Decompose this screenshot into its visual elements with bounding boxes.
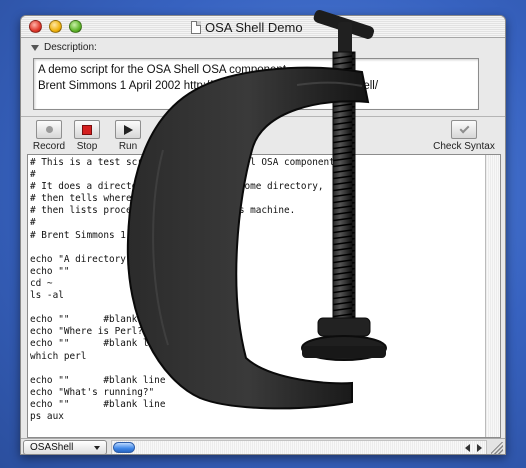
- script-line: echo "" #blank line: [30, 398, 166, 410]
- language-popup-value: OSAShell: [30, 442, 74, 453]
- language-popup[interactable]: OSAShell: [23, 440, 107, 454]
- script-line: ls -al: [30, 290, 64, 302]
- bottom-bar: OSAShell: [21, 438, 505, 454]
- run-icon: [123, 124, 133, 135]
- script-line: echo "Where is Perl?": [30, 326, 149, 338]
- script-editor-window: OSA Shell Demo Description: A demo scrip…: [20, 15, 506, 455]
- close-window-button[interactable]: [29, 20, 42, 33]
- resize-grip-icon[interactable]: [491, 442, 503, 454]
- title-bar[interactable]: OSA Shell Demo: [21, 16, 505, 38]
- script-line: [30, 302, 485, 314]
- scroll-left-arrow-icon[interactable]: [465, 444, 470, 452]
- script-line: echo "" #blank line: [30, 314, 166, 326]
- script-line: #: [30, 169, 36, 181]
- script-line: ps aux: [30, 410, 64, 422]
- script-line: # then tells where Perl is installed,: [30, 193, 239, 205]
- stop-button[interactable]: Stop: [68, 120, 106, 152]
- script-line: echo "" #blank line: [30, 374, 166, 386]
- toolbar: Record Stop Run Check Syntax: [21, 118, 505, 154]
- run-button[interactable]: Run: [109, 120, 147, 152]
- scroll-thumb[interactable]: [113, 442, 135, 453]
- description-label: Description:: [44, 42, 97, 53]
- divider: [21, 116, 505, 117]
- document-icon: [191, 20, 201, 34]
- stop-icon: [82, 124, 92, 135]
- scroll-right-arrow-icon[interactable]: [477, 444, 482, 452]
- check-syntax-icon: [459, 123, 469, 133]
- minimize-window-button[interactable]: [49, 20, 62, 33]
- script-line: # This is a test script for the OSAShell…: [30, 157, 341, 168]
- record-label: Record: [32, 141, 66, 152]
- script-line: # then lists processes running on this m…: [30, 205, 296, 217]
- script-line: [30, 242, 485, 254]
- script-text[interactable]: # This is a test script for the OSAShell…: [30, 157, 485, 435]
- script-line: echo "": [30, 265, 70, 277]
- script-line: # Brent Simmons 1 April 2002: [30, 229, 189, 241]
- window-title: OSA Shell Demo: [205, 19, 303, 35]
- script-line: #: [30, 217, 36, 229]
- script-line: cd ~: [30, 277, 53, 289]
- stop-label: Stop: [76, 141, 98, 152]
- description-disclosure[interactable]: Description:: [31, 42, 97, 53]
- script-editor[interactable]: # This is a test script for the OSAShell…: [27, 154, 501, 438]
- record-button[interactable]: Record: [30, 120, 68, 152]
- chevron-down-icon: [94, 446, 100, 450]
- horizontal-scrollbar[interactable]: [111, 440, 487, 454]
- script-line: which perl: [30, 350, 87, 362]
- script-line: echo "A directory listing:": [30, 253, 183, 265]
- check-syntax-button[interactable]: Check Syntax: [431, 120, 497, 152]
- window-title-group: OSA Shell Demo: [191, 19, 303, 35]
- script-line: [30, 363, 485, 375]
- script-line: echo "" #blank line: [30, 338, 166, 350]
- script-line: # It does a directory listing of the hom…: [30, 181, 324, 193]
- vertical-scrollbar[interactable]: [485, 155, 500, 437]
- zoom-window-button[interactable]: [69, 20, 82, 33]
- disclosure-triangle-icon[interactable]: [31, 44, 39, 51]
- description-line: Brent Simmons 1 April 2002 http://ranche…: [38, 80, 379, 92]
- description-field[interactable]: A demo script for the OSA Shell OSA comp…: [33, 58, 479, 110]
- description-line: A demo script for the OSA Shell OSA comp…: [38, 64, 290, 76]
- script-line: echo "What's running?": [30, 386, 155, 398]
- check-syntax-label: Check Syntax: [433, 141, 495, 152]
- record-icon: [45, 126, 53, 133]
- run-label: Run: [118, 141, 138, 152]
